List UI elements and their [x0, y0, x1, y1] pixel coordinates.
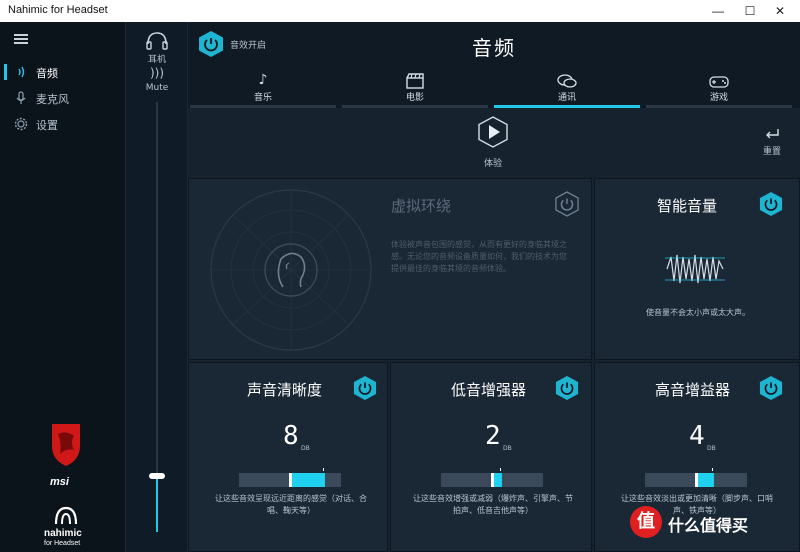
- slider-fill: [290, 473, 325, 487]
- nahimic-logo-icon: [52, 504, 80, 528]
- device-volume-panel: 耳机 ))) Mute: [126, 22, 188, 552]
- tab-music[interactable]: ♪ 音乐: [188, 72, 338, 108]
- chat-bubbles-icon: [492, 72, 642, 92]
- slider-tick: [500, 468, 502, 471]
- clapperboard-icon: [340, 72, 490, 92]
- waveform-icon: [665, 254, 725, 284]
- watermark: 值 什么值得买: [630, 506, 790, 542]
- voice-clarity-unit: DB: [301, 445, 310, 452]
- bass-boost-panel: 低音增强器 2 DB 让这些音效增强或减弱（爆炸声、引擎声、节拍声、低音吉他声等…: [390, 362, 592, 552]
- tab-label: 音乐: [253, 93, 272, 103]
- voice-clarity-power-button[interactable]: [353, 375, 377, 401]
- sidebar-item-label: 麦克风: [36, 93, 69, 106]
- slider-knob[interactable]: [695, 473, 698, 487]
- treble-boost-title: 高音增益器: [655, 381, 731, 399]
- smart-volume-panel: 智能音量 使音量不会太小声或太大声。: [594, 178, 800, 360]
- active-indicator: [4, 64, 7, 80]
- sidebar-item-label: 设置: [36, 119, 58, 132]
- msi-dragon-logo-icon: [46, 420, 86, 470]
- tab-label: 游戏: [709, 93, 728, 103]
- gamepad-icon: [644, 72, 794, 92]
- minimize-button[interactable]: —: [706, 2, 730, 20]
- preview-bar: 体验 重置: [188, 108, 800, 176]
- volume-slider-track[interactable]: [156, 102, 158, 532]
- device-label: 耳机: [147, 55, 166, 65]
- bass-boost-power-button[interactable]: [555, 375, 579, 401]
- sidebar: 音频 麦克风 设置 msi nahimic for Headset: [0, 22, 126, 552]
- sphere-head-graphic: [210, 189, 372, 351]
- headphone-icon[interactable]: [145, 30, 169, 50]
- main-content: 音效开启 音频 ♪ 音乐 电影 通讯 游戏 体验 重置 虚拟环绕 体验被声音包围…: [188, 22, 800, 552]
- sidebar-item-audio[interactable]: 音频: [0, 60, 126, 86]
- audio-wave-icon: [14, 65, 28, 79]
- treble-boost-value: 4: [689, 421, 705, 451]
- hamburger-menu-icon[interactable]: [14, 34, 28, 44]
- reset-label[interactable]: 重置: [760, 144, 784, 157]
- sidebar-item-microphone[interactable]: 麦克风: [0, 86, 126, 112]
- voice-clarity-value: 8: [283, 421, 299, 451]
- tab-gaming[interactable]: 游戏: [644, 72, 794, 108]
- smart-volume-title: 智能音量: [657, 197, 718, 215]
- microphone-icon: [14, 91, 28, 105]
- nahimic-logo-text: nahimic: [44, 528, 82, 539]
- reset-icon[interactable]: [764, 126, 780, 140]
- surround-power-button[interactable]: [555, 191, 579, 217]
- page-title: 音频: [472, 36, 516, 60]
- tab-label: 电影: [405, 93, 424, 103]
- gear-icon: [14, 117, 28, 131]
- play-label: 体验: [483, 159, 502, 169]
- sidebar-item-settings[interactable]: 设置: [0, 112, 126, 138]
- tab-bar: ♪ 音乐 电影 通讯 游戏: [188, 72, 800, 108]
- voice-clarity-description: 让这些音效呈现远近距离的感觉（对话、合唱、鞠天等）: [215, 494, 367, 515]
- voice-clarity-slider[interactable]: [239, 468, 341, 487]
- smart-volume-description: 使音量不会太小声或太大声。: [646, 308, 750, 317]
- play-button[interactable]: [478, 116, 508, 148]
- header: 音效开启 音频: [188, 22, 800, 72]
- treble-boost-unit: DB: [707, 445, 716, 452]
- volume-slider-thumb[interactable]: [149, 473, 165, 480]
- window-title: Nahimic for Headset: [8, 4, 108, 16]
- mute-label[interactable]: Mute: [126, 83, 188, 93]
- bass-boost-value: 2: [485, 421, 501, 451]
- voice-clarity-panel: 声音清晰度 8 DB 让这些音效呈现远近距离的感觉（对话、合唱、鞠天等）: [188, 362, 388, 552]
- slider-knob[interactable]: [289, 473, 292, 487]
- surround-description: 体验被声音包围的感觉，从而有更好的身临其境之感。无论您的音频设备质量如何，我们的…: [391, 240, 567, 273]
- bass-boost-slider[interactable]: [441, 468, 543, 487]
- tab-movie[interactable]: 电影: [340, 72, 490, 108]
- maximize-button[interactable]: ☐: [738, 2, 762, 20]
- watermark-text: 什么值得买: [668, 516, 749, 535]
- tab-label: 通讯: [557, 93, 576, 103]
- smart-volume-power-button[interactable]: [759, 191, 783, 217]
- music-note-icon: ♪: [258, 72, 268, 88]
- treble-boost-slider[interactable]: [645, 468, 747, 487]
- slider-tick: [712, 468, 714, 471]
- bass-boost-description: 让这些音效增强或减弱（爆炸声、引擎声、节拍声、低音吉他声等）: [413, 494, 573, 515]
- close-button[interactable]: ✕: [768, 2, 792, 20]
- surround-title: 虚拟环绕: [391, 197, 452, 215]
- msi-logo-text: msi: [50, 476, 69, 488]
- bass-boost-title: 低音增强器: [451, 381, 527, 399]
- tab-communication[interactable]: 通讯: [492, 72, 642, 108]
- treble-boost-power-button[interactable]: [759, 375, 783, 401]
- slider-fill: [696, 473, 715, 487]
- volume-slider-fill: [156, 476, 158, 532]
- watermark-logo-icon: 值: [630, 506, 662, 538]
- slider-knob[interactable]: [491, 473, 494, 487]
- voice-clarity-title: 声音清晰度: [247, 381, 323, 399]
- slider-tick: [322, 468, 324, 471]
- sidebar-item-label: 音频: [36, 67, 58, 80]
- virtual-surround-panel: 虚拟环绕 体验被声音包围的感觉，从而有更好的身临其境之感。无论您的音频设备质量如…: [188, 178, 592, 360]
- title-bar: Nahimic for Headset — ☐ ✕: [0, 0, 800, 22]
- bass-boost-unit: DB: [503, 445, 512, 452]
- volume-wave-icon: ))): [149, 66, 165, 80]
- nahimic-logo-subtext: for Headset: [44, 540, 81, 547]
